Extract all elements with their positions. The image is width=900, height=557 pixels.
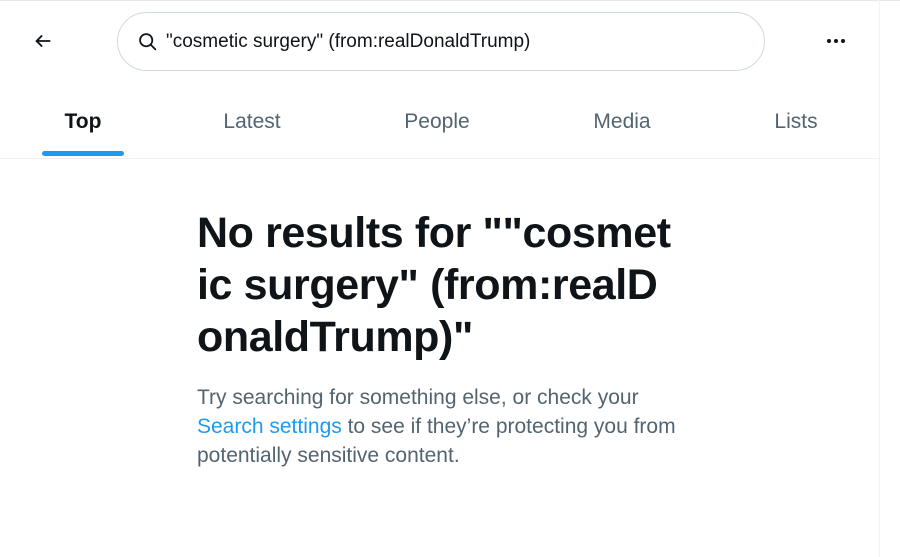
search-header [0,0,879,86]
empty-state-subtitle: Try searching for something else, or che… [197,383,677,470]
tab-media[interactable]: Media [572,86,672,158]
subtitle-text: Try searching for something else, or che… [197,386,639,409]
tab-label: People [404,110,470,133]
column-divider [879,0,880,557]
tab-label: Top [64,110,102,133]
empty-state: No results for ""cosmetic surgery" (from… [197,207,677,470]
search-settings-link[interactable]: Search settings [197,415,342,438]
empty-state-title: No results for ""cosmetic surgery" (from… [197,209,671,361]
tab-label: Lists [774,110,818,133]
tab-lists[interactable]: Lists [752,86,840,158]
more-options-button[interactable] [815,22,857,64]
search-page: Top Latest People Media Lists No results… [0,0,900,557]
active-tab-indicator [42,151,124,156]
more-horizontal-icon [824,29,848,58]
tab-latest[interactable]: Latest [202,86,302,158]
tab-label: Latest [223,110,281,133]
tab-label: Media [593,110,651,133]
tab-top[interactable]: Top [42,86,124,158]
search-input[interactable] [166,30,726,53]
back-button[interactable] [24,24,62,62]
arrow-left-icon [32,30,54,57]
search-tabs: Top Latest People Media Lists [0,86,879,159]
search-icon [136,31,158,53]
search-bar[interactable] [117,12,765,71]
tab-people[interactable]: People [382,86,492,158]
